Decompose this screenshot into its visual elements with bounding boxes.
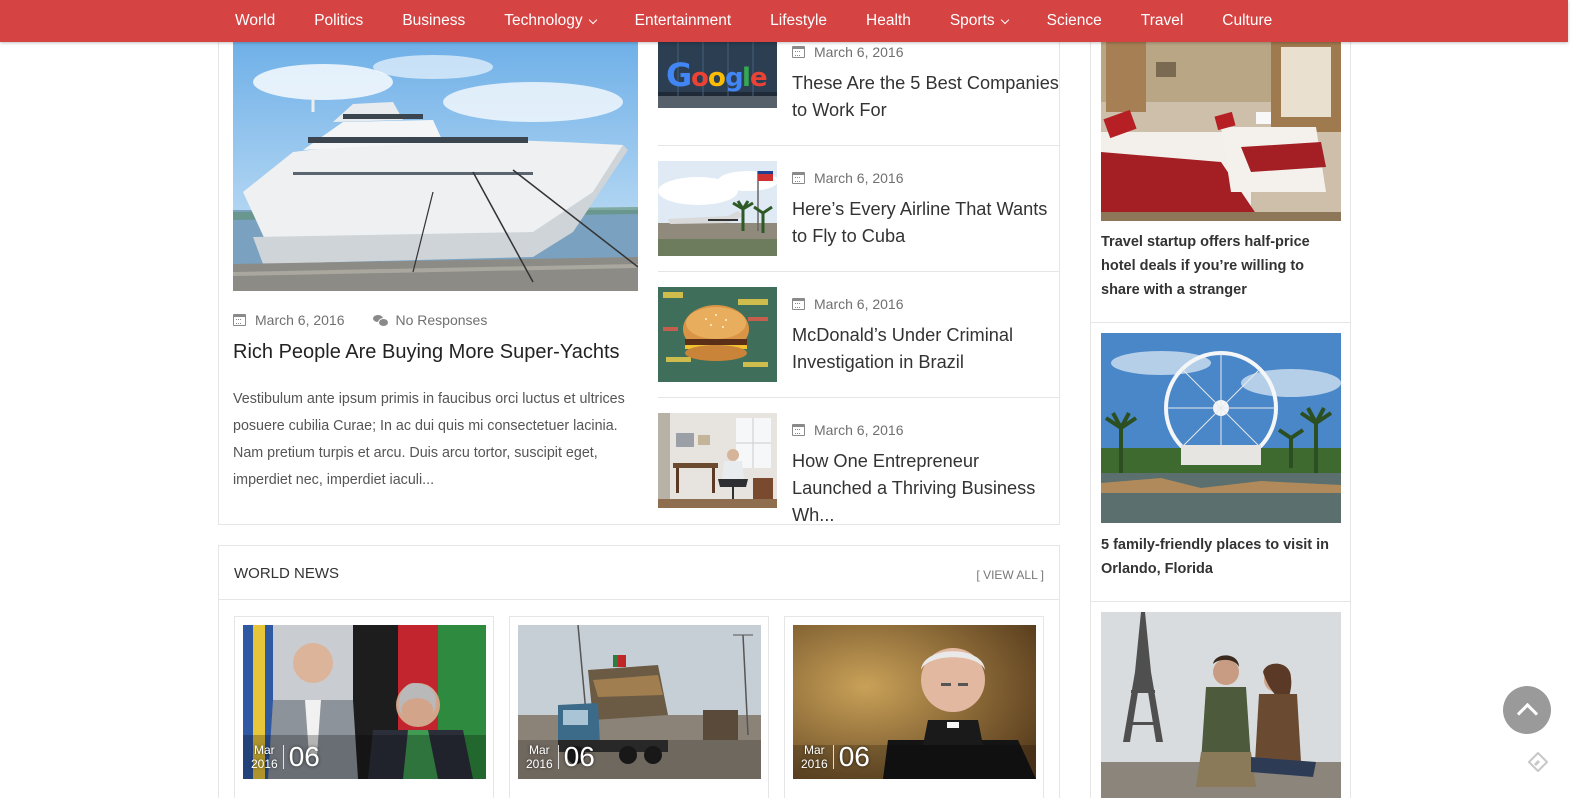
nav-item-travel[interactable]: Travel: [1141, 12, 1184, 30]
comments-icon: [372, 314, 389, 327]
section-header: WORLD NEWS [ VIEW ALL ]: [219, 546, 1059, 600]
thumbnail-airport[interactable]: [658, 161, 777, 256]
thumbnail-burger[interactable]: [658, 287, 777, 382]
featured-title[interactable]: Rich People Are Buying More Super-Yachts: [233, 341, 638, 364]
calendar-icon: [792, 46, 805, 58]
nav-item-science[interactable]: Science: [1047, 12, 1102, 30]
main-navigation: World Politics Business Technology Enter…: [0, 0, 1568, 42]
news-card[interactable]: Mar 2016 06: [509, 616, 769, 798]
badge-month: Mar: [254, 743, 275, 757]
badge-month: Mar: [804, 743, 825, 757]
sidebar-image-paris[interactable]: [1101, 612, 1341, 798]
sidebar-image-hotel[interactable]: [1101, 42, 1341, 221]
right-sidebar: Travel startup offers half-price hotel d…: [1090, 0, 1351, 798]
card-image-priest[interactable]: Mar 2016 06: [793, 625, 1036, 779]
badge-year: 2016: [526, 757, 553, 771]
post-title[interactable]: These Are the 5 Best Companies to Work F…: [792, 70, 1062, 124]
nav-label: Lifestyle: [770, 12, 828, 29]
nav-item-health[interactable]: Health: [866, 12, 911, 30]
featured-excerpt: Vestibulum ante ipsum primis in faucibus…: [233, 391, 625, 488]
list-item: March 6, 2016 McDonald’s Under Criminal …: [658, 272, 1059, 398]
date-badge: Mar 2016 06: [801, 741, 870, 772]
section-title: WORLD NEWS: [234, 565, 339, 582]
comments-link[interactable]: No Responses: [372, 312, 488, 328]
nav-label: Health: [866, 12, 911, 29]
nav-item-lifestyle[interactable]: Lifestyle: [770, 12, 827, 30]
calendar-icon: [792, 172, 805, 184]
nav-label: Science: [1046, 12, 1102, 29]
nav-item-technology[interactable]: Technology: [504, 12, 597, 30]
nav-label: Entertainment: [634, 12, 732, 29]
badge-day: 06: [288, 741, 320, 772]
post-title[interactable]: McDonald’s Under Criminal Investigation …: [792, 322, 1062, 376]
view-all-link[interactable]: [ VIEW ALL ]: [976, 568, 1044, 582]
nav-label: Politics: [314, 12, 364, 29]
nav-item-entertainment[interactable]: Entertainment: [635, 12, 732, 30]
badge-day: 06: [563, 741, 595, 772]
nav-item-sports[interactable]: Sports: [949, 12, 1009, 30]
badge-divider: [832, 745, 834, 769]
nav-item-world[interactable]: World: [235, 12, 275, 30]
card-image-politicians[interactable]: Mar 2016 06: [243, 625, 486, 779]
post-title[interactable]: Here’s Every Airline That Wants to Fly t…: [792, 196, 1062, 250]
date-badge: Mar 2016 06: [251, 741, 320, 772]
sidebar-post: Travel startup offers half-price hotel d…: [1091, 0, 1350, 323]
badge-divider: [557, 745, 559, 769]
sidebar-post: 5 family-friendly places to visit in Orl…: [1091, 323, 1350, 602]
comments-count: No Responses: [395, 312, 488, 328]
sidebar-image-orlando[interactable]: [1101, 333, 1341, 523]
nav-item-business[interactable]: Business: [402, 12, 465, 30]
news-card[interactable]: Mar 2016 06: [234, 616, 494, 798]
nav-label: World: [235, 12, 276, 29]
scroll-to-top-button[interactable]: [1503, 686, 1551, 734]
thumbnail-google[interactable]: G o o g l e: [658, 42, 777, 108]
post-meta: March 6, 2016: [792, 170, 904, 186]
thumbnail-office[interactable]: [658, 413, 777, 508]
nav-label: Culture: [1222, 12, 1273, 29]
sidebar-post-title[interactable]: 5 family-friendly places to visit in Orl…: [1101, 533, 1346, 581]
sidebar-post-title[interactable]: Travel startup offers half-price hotel d…: [1101, 230, 1346, 302]
svg-text:o: o: [691, 63, 709, 93]
post-meta: March 6, 2016: [792, 44, 904, 60]
svg-text:g: g: [725, 63, 744, 93]
post-meta: March 6, 2016: [792, 422, 904, 438]
calendar-icon: [792, 298, 805, 310]
badge-month: Mar: [529, 743, 550, 757]
nav-label: Travel: [1140, 12, 1184, 29]
date-badge: Mar 2016 06: [526, 741, 595, 772]
sidebar-post: [1091, 602, 1350, 798]
list-item: March 6, 2016 Here’s Every Airline That …: [658, 146, 1059, 272]
post-date: March 6, 2016: [814, 170, 904, 186]
card-image-truck[interactable]: Mar 2016 06: [518, 625, 761, 779]
post-date: March 6, 2016: [814, 422, 904, 438]
list-item: March 6, 2016 How One Entrepreneur Launc…: [658, 398, 1059, 525]
nav-item-culture[interactable]: Culture: [1222, 12, 1272, 30]
news-card[interactable]: Mar 2016 06: [784, 616, 1044, 798]
nav-label: Business: [402, 12, 466, 29]
nav-menu: World Politics Business Technology Enter…: [235, 0, 1311, 42]
badge-year: 2016: [801, 757, 828, 771]
chevron-down-icon: [1000, 15, 1009, 24]
svg-text:G: G: [666, 56, 692, 94]
post-date: March 6, 2016: [814, 296, 904, 312]
world-news-section: WORLD NEWS [ VIEW ALL ] Mar 2016 06 Mar …: [218, 545, 1060, 798]
badge-day: 06: [838, 741, 870, 772]
post-meta: March 6, 2016: [792, 296, 904, 312]
feedly-icon[interactable]: [1527, 751, 1549, 773]
svg-text:o: o: [708, 63, 726, 93]
nav-label: Technology: [504, 12, 583, 29]
featured-image-yacht[interactable]: [233, 42, 638, 291]
post-date: March 6, 2016: [814, 44, 904, 60]
post-date: March 6, 2016: [255, 312, 345, 328]
featured-meta: March 6, 2016 No Responses: [233, 312, 487, 328]
badge-year: 2016: [251, 757, 278, 771]
badge-divider: [282, 745, 284, 769]
svg-text:e: e: [750, 63, 768, 93]
chevron-down-icon: [588, 15, 597, 24]
nav-label: Sports: [949, 12, 995, 29]
calendar-icon: [233, 314, 246, 326]
post-title[interactable]: How One Entrepreneur Launched a Thriving…: [792, 448, 1062, 529]
calendar-icon: [792, 424, 805, 436]
nav-item-politics[interactable]: Politics: [314, 12, 363, 30]
